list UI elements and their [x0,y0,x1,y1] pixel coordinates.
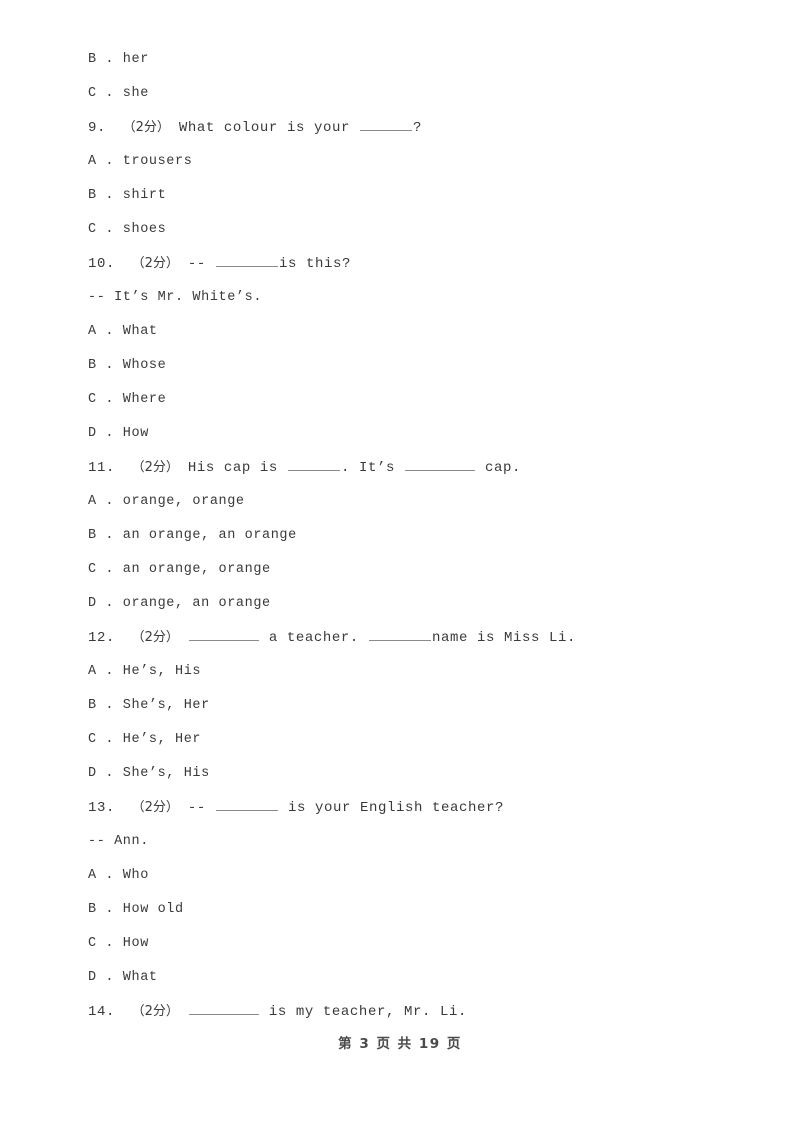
answer-option-label: C . He’s, Her [88,732,202,747]
answer-option-label: D . How [88,426,149,441]
answer-option-label: A . orange, orange [88,494,245,509]
answer-option: B . She’s, Her [88,696,748,730]
dialog-line-text: -- It’s Mr. White’s. [88,290,263,305]
answer-option: D . What [88,968,748,1002]
fill-in-blank[interactable] [359,119,412,131]
answer-option-label: B . shirt [88,188,167,203]
answer-option-label: A . What [88,324,158,339]
fill-in-blank-2[interactable] [368,629,431,641]
question-stem: 14. （2分） is my teacher, Mr. Li. [88,1002,748,1036]
question-text-post: is your English teacher? [278,800,504,816]
answer-option: C . He’s, Her [88,730,748,764]
question-number: 11. [88,460,116,476]
question-text-mid: a teacher. [259,630,368,646]
answer-option: C . an orange, orange [88,560,748,594]
answer-option-label: C . an orange, orange [88,562,271,577]
question-points: （2分） [122,120,170,135]
question-stem: 11. （2分） His cap is . It’s cap. [88,458,748,492]
answer-option: A . What [88,322,748,356]
fill-in-blank-1[interactable] [287,459,340,471]
question-text-pre: -- [187,256,215,272]
question-text-post: cap. [475,460,521,476]
answer-option-label: A . He’s, His [88,664,202,679]
answer-option: B . shirt [88,186,748,220]
question-points: （2分） [131,1004,179,1019]
answer-option: D . She’s, His [88,764,748,798]
answer-option: C . shoes [88,220,748,254]
question-text-post: name is Miss Li. [431,630,576,646]
question-text-pre: -- [187,800,215,816]
question-text-post: ? [412,120,422,136]
answer-option: C . How [88,934,748,968]
answer-option: D . orange, an orange [88,594,748,628]
answer-option: C . she [88,84,748,118]
answer-option-label: B . She’s, Her [88,698,210,713]
answer-option-label: C . she [88,86,149,101]
fill-in-blank[interactable] [215,799,278,811]
question-points: （2分） [131,460,179,475]
question-points: （2分） [131,256,179,271]
answer-option-label: A . Who [88,868,149,883]
question-list: B . her C . she 9. （2分） What colour is you… [88,50,748,1036]
question-text-pre: His cap is [187,460,287,476]
question-text-pre: What colour is your [178,120,359,136]
document-page: B . her C . she 9. （2分） What colour is you… [0,0,800,1132]
page-footer: 第 3 页 共 19 页 [338,1036,462,1052]
answer-option: B . Whose [88,356,748,390]
answer-option-label: D . What [88,970,158,985]
fill-in-blank-1[interactable] [188,629,259,641]
question-number: 13. [88,800,116,816]
fill-in-blank[interactable] [215,255,278,267]
dialog-line: -- It’s Mr. White’s. [88,288,748,322]
dialog-line: -- Ann. [88,832,748,866]
answer-option: D . How [88,424,748,458]
answer-option: A . Who [88,866,748,900]
question-stem: 12. （2分） a teacher. name is Miss Li. [88,628,748,662]
answer-option-label: B . her [88,52,149,67]
question-text-post: is this? [278,256,351,272]
question-text-post: is my teacher, Mr. Li. [259,1004,467,1020]
question-points: （2分） [131,800,179,815]
question-number: 14. [88,1004,116,1020]
fill-in-blank[interactable] [188,1003,259,1015]
answer-option-label: A . trousers [88,154,193,169]
answer-option-label: C . Where [88,392,167,407]
answer-option-label: B . How old [88,902,184,917]
answer-option: A . He’s, His [88,662,748,696]
answer-option: B . an orange, an orange [88,526,748,560]
answer-option: B . How old [88,900,748,934]
answer-option: B . her [88,50,748,84]
question-points: （2分） [131,630,179,645]
answer-option-label: C . How [88,936,149,951]
fill-in-blank-2[interactable] [404,459,475,471]
answer-option: C . Where [88,390,748,424]
answer-option-label: D . orange, an orange [88,596,271,611]
question-text-mid: . It’s [340,460,404,476]
question-number: 9. [88,120,107,136]
question-stem: 10. （2分） -- is this? [88,254,748,288]
answer-option-label: D . She’s, His [88,766,210,781]
answer-option-label: C . shoes [88,222,167,237]
answer-option-label: B . an orange, an orange [88,528,297,543]
answer-option-label: B . Whose [88,358,167,373]
question-number: 10. [88,256,116,272]
question-number: 12. [88,630,116,646]
question-stem: 13. （2分） -- is your English teacher? [88,798,748,832]
answer-option: A . trousers [88,152,748,186]
dialog-line-text: -- Ann. [88,834,149,849]
answer-option: A . orange, orange [88,492,748,526]
question-stem: 9. （2分） What colour is your ? [88,118,748,152]
